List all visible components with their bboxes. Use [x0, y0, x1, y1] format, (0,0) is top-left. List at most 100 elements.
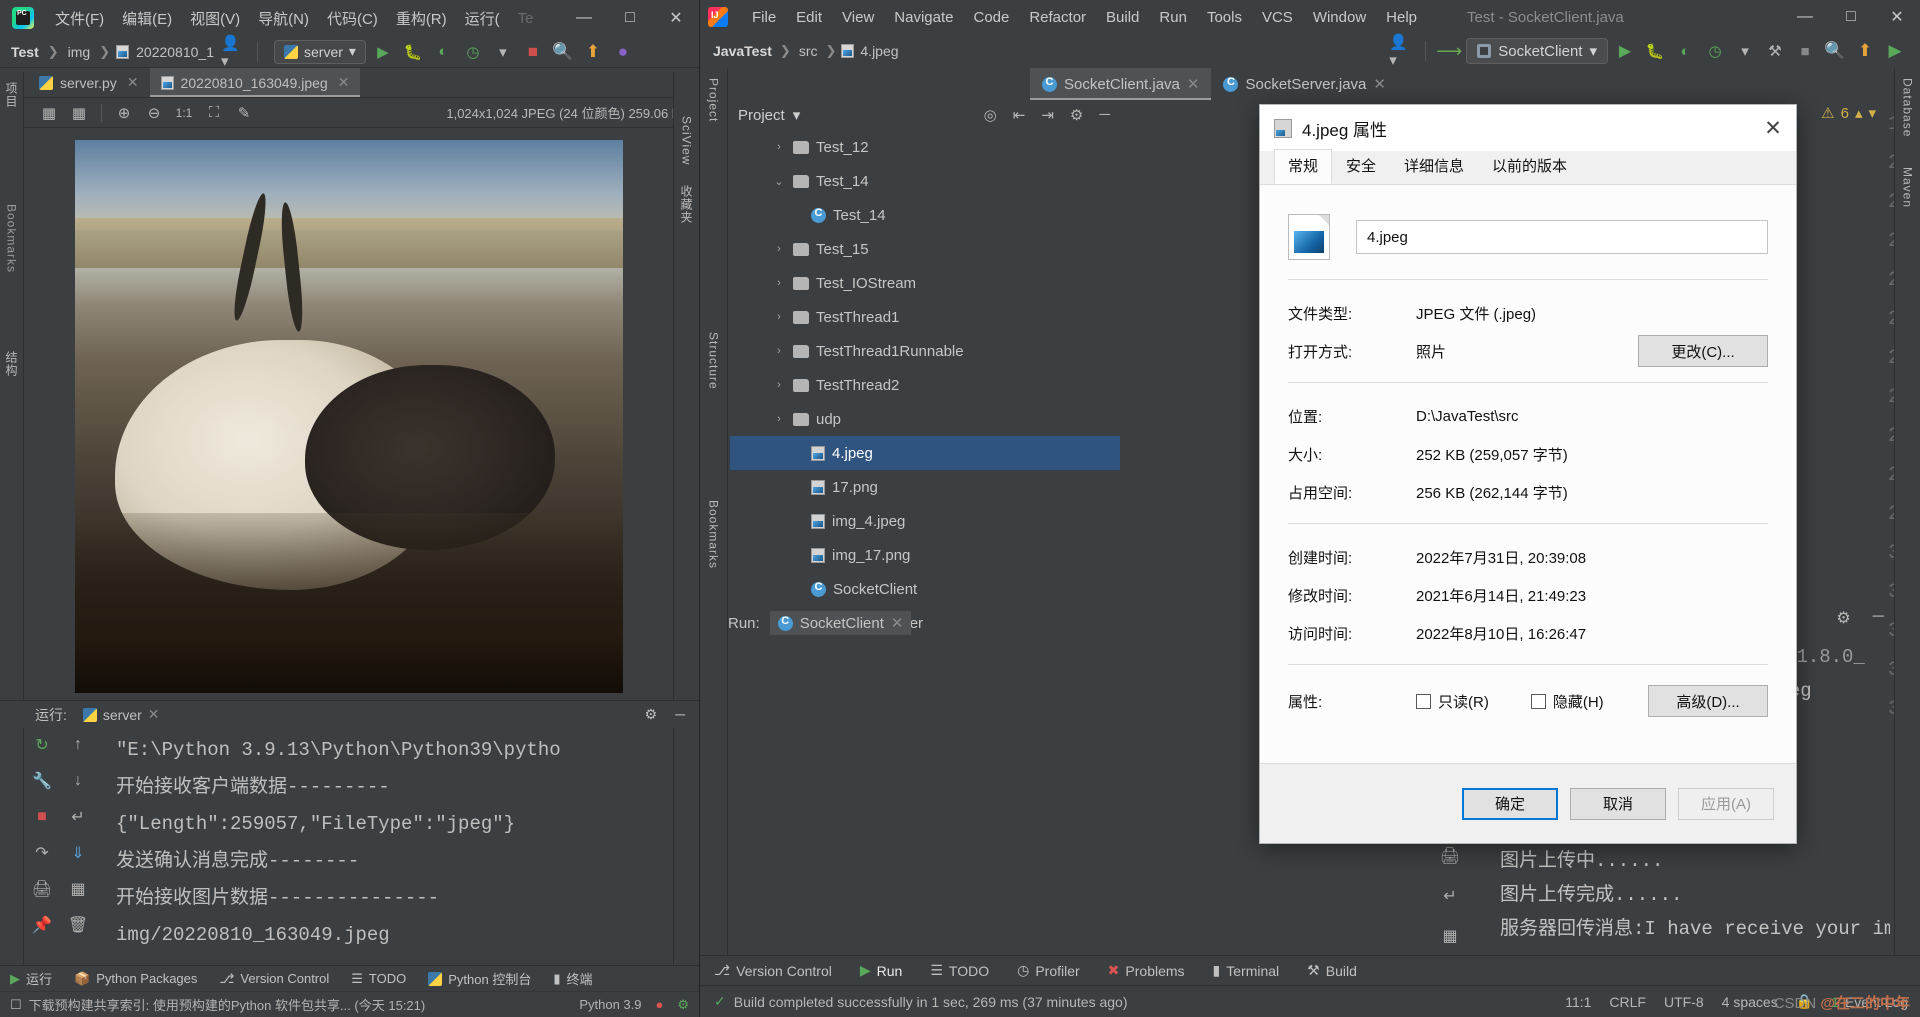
actual-size-icon[interactable]: 1:1: [171, 100, 197, 126]
menu-refactor[interactable]: 重构(R): [387, 4, 456, 33]
minimize-icon[interactable]: ─: [1873, 608, 1884, 628]
tree-item[interactable]: ⌄ Test_14: [730, 164, 1120, 198]
settings-icon[interactable]: ⚙: [1070, 106, 1083, 124]
tree-item[interactable]: 4.jpeg: [730, 436, 1120, 470]
cancel-button[interactable]: 取消: [1570, 787, 1666, 820]
grid-icon[interactable]: ▦: [66, 100, 92, 126]
tab-socketclient[interactable]: SocketClient.java ✕: [1030, 68, 1212, 100]
coverage-icon[interactable]: ◐: [1672, 38, 1698, 64]
file-encoding[interactable]: UTF-8: [1664, 994, 1704, 1010]
color-picker-icon[interactable]: ✎: [231, 100, 257, 126]
tree-item[interactable]: SocketClient: [730, 572, 1120, 606]
breadcrumb-src[interactable]: src: [796, 41, 821, 61]
menu-view[interactable]: View: [832, 6, 884, 29]
build-icon[interactable]: ⚒: [1762, 38, 1788, 64]
menu-vcs[interactable]: VCS: [1252, 6, 1303, 29]
menu-file[interactable]: File: [742, 6, 786, 29]
chevron-down-icon[interactable]: ▾: [1868, 104, 1876, 122]
wrench-icon[interactable]: 🔧: [32, 770, 52, 792]
soft-wrap-icon[interactable]: ↵: [71, 806, 84, 828]
menu-build[interactable]: Build: [1096, 6, 1149, 29]
file-properties-dialog[interactable]: 4.jpeg 属性 ✕ 常规 安全 详细信息 以前的版本 4.jpeg 文件类型…: [1259, 104, 1797, 844]
tree-twisty-icon[interactable]: ⌄: [772, 175, 786, 188]
tab-general[interactable]: 常规: [1274, 149, 1333, 184]
menu-navigate[interactable]: Navigate: [884, 6, 963, 29]
tree-twisty-icon[interactable]: ›: [772, 141, 786, 153]
toolbar-run[interactable]: ▶ Run: [860, 962, 902, 979]
tree-twisty-icon[interactable]: ›: [772, 413, 786, 425]
run-configuration-selector[interactable]: SocketClient ▾: [1466, 38, 1608, 64]
expand-icon[interactable]: ⇥: [1041, 106, 1054, 124]
tree-item[interactable]: › TestThread1: [730, 300, 1120, 334]
pin-icon[interactable]: 📌: [32, 914, 52, 936]
project-tree[interactable]: › Test_12 ⌄ Test_14 Test_14 › Test_15 › Test_IOS…: [730, 130, 1120, 642]
toolbar-version-control[interactable]: ⎇ Version Control: [714, 962, 832, 979]
update-icon[interactable]: ⬆: [1852, 38, 1878, 64]
toolwindow-bookmarks[interactable]: Bookmarks: [5, 204, 19, 273]
menu-tools-truncated[interactable]: Te: [509, 6, 543, 31]
chevron-up-icon[interactable]: ▴: [1855, 104, 1863, 122]
tab-image-jpeg[interactable]: 20220810_163049.jpeg ✕: [149, 68, 361, 97]
trash-icon[interactable]: 🗑: [68, 914, 88, 936]
change-app-button[interactable]: 更改(C)...: [1638, 335, 1768, 367]
tree-item[interactable]: › TestThread1Runnable: [730, 334, 1120, 368]
zoom-out-icon[interactable]: ⊖: [141, 100, 167, 126]
transparency-grid-icon[interactable]: ▦: [36, 100, 62, 126]
tab-security[interactable]: 安全: [1332, 149, 1390, 184]
ide-icon[interactable]: ▶: [1882, 38, 1908, 64]
run-icon[interactable]: ▶: [370, 39, 396, 65]
pycharm-close-button[interactable]: ✕: [653, 0, 699, 36]
stop-icon[interactable]: ■: [1792, 38, 1818, 64]
minimize-icon[interactable]: ─: [675, 706, 685, 723]
print-icon[interactable]: 🖨: [1440, 846, 1460, 866]
profile-icon[interactable]: ◷: [460, 39, 486, 65]
tree-item[interactable]: Test_14: [730, 198, 1120, 232]
menu-navigate[interactable]: 导航(N): [249, 4, 318, 33]
search-icon[interactable]: 🔍: [550, 39, 576, 65]
close-icon[interactable]: ✕: [891, 614, 904, 632]
line-separator[interactable]: CRLF: [1609, 994, 1646, 1010]
toolwindow-database[interactable]: Database: [1901, 78, 1915, 137]
advanced-button[interactable]: 高级(D)...: [1648, 685, 1768, 717]
settings-icon[interactable]: ⚙: [645, 706, 658, 723]
tree-item[interactable]: › udp: [730, 402, 1120, 436]
caret-position[interactable]: 11:1: [1565, 994, 1591, 1010]
toolbar-run[interactable]: ▶ 运行: [10, 969, 52, 988]
download-icon[interactable]: ⇓: [71, 842, 84, 864]
close-icon[interactable]: ✕: [148, 706, 160, 723]
menu-run[interactable]: 运行(: [456, 4, 509, 33]
toolbar-profiler[interactable]: ◷ Profiler: [1017, 962, 1080, 979]
menu-run[interactable]: Run: [1149, 6, 1197, 29]
settings-icon[interactable]: ⚙: [677, 997, 689, 1013]
toolbar-build[interactable]: ⚒ Build: [1307, 962, 1357, 979]
menu-help[interactable]: Help: [1376, 6, 1427, 29]
tree-item[interactable]: img_4.jpeg: [730, 504, 1120, 538]
locate-icon[interactable]: ◎: [984, 106, 997, 124]
debug-icon[interactable]: 🐛: [400, 39, 426, 65]
toolbar-todo[interactable]: ☰ TODO: [351, 971, 406, 987]
pycharm-minimize-button[interactable]: —: [561, 0, 607, 36]
down-icon[interactable]: ↓: [74, 770, 82, 792]
soft-wrap-icon[interactable]: ↵: [1443, 886, 1456, 906]
toolbar-problems[interactable]: ✖ Problems: [1108, 962, 1185, 979]
idea-close-button[interactable]: ✕: [1874, 0, 1920, 35]
dropdown-icon[interactable]: ▾: [490, 39, 516, 65]
breadcrumb-file[interactable]: 20220810_1: [133, 42, 217, 62]
idea-minimize-button[interactable]: —: [1782, 0, 1828, 35]
notification-icon[interactable]: ●: [655, 997, 663, 1012]
tree-item[interactable]: › Test_15: [730, 232, 1120, 266]
ok-button[interactable]: 确定: [1462, 787, 1558, 820]
inspection-warnings[interactable]: ⚠ 6 ▴ ▾: [1821, 104, 1876, 123]
tree-twisty-icon[interactable]: ›: [772, 345, 786, 357]
toolwindow-maven[interactable]: Maven: [1901, 167, 1915, 208]
menu-file[interactable]: 文件(F): [46, 4, 113, 33]
tree-twisty-icon[interactable]: ›: [772, 379, 786, 391]
tab-socketserver[interactable]: SocketServer.java ✕: [1211, 68, 1397, 100]
close-icon[interactable]: ✕: [338, 74, 350, 91]
toolwindow-project-label[interactable]: Project: [707, 78, 721, 122]
run-tab-server[interactable]: server ✕: [77, 704, 166, 725]
indent-setting[interactable]: 4 spaces: [1722, 994, 1778, 1010]
close-icon[interactable]: ✕: [1373, 75, 1386, 93]
dropdown-icon[interactable]: ▾: [1732, 38, 1758, 64]
ide-icon[interactable]: ●: [610, 39, 636, 65]
